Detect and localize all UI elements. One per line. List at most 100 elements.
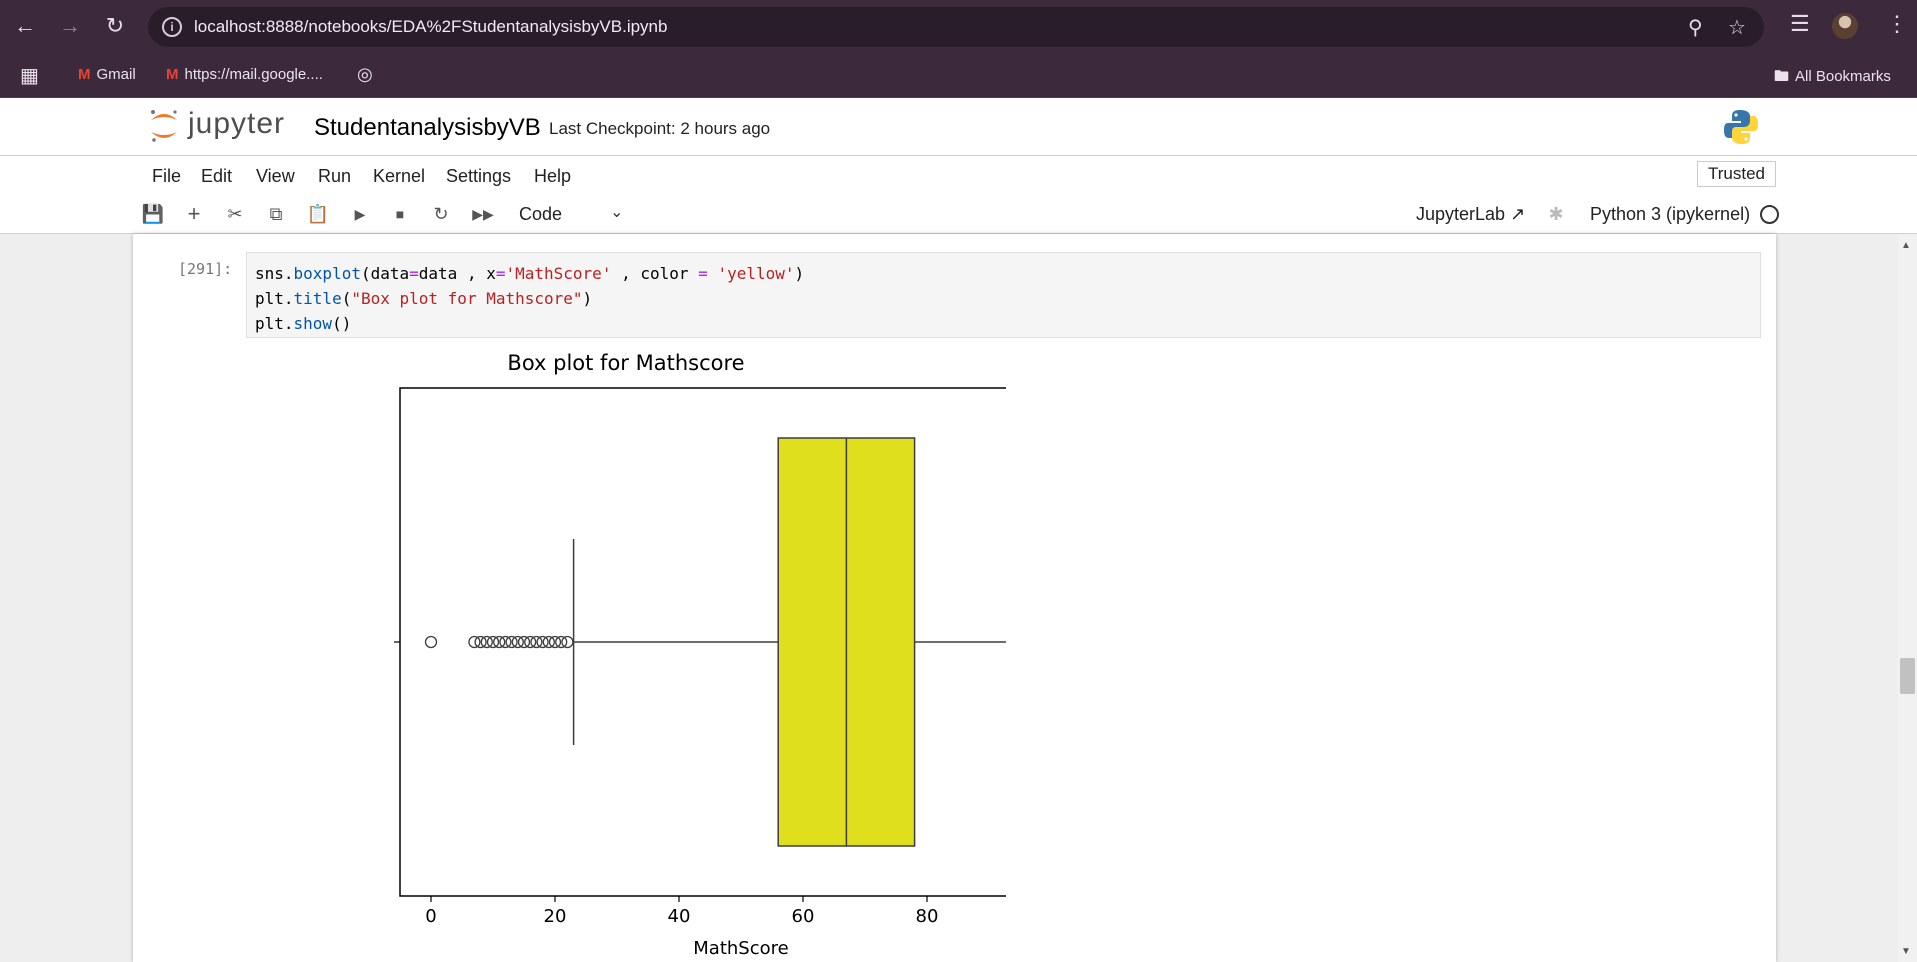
menu-help[interactable]: Help — [534, 166, 571, 187]
outlier-point — [499, 635, 512, 649]
bookmark-label: Gmail — [96, 66, 136, 83]
menu-bar: File Edit View Run Kernel Settings Help … — [0, 156, 1917, 194]
paste-icon[interactable]: 📋 — [306, 202, 330, 226]
reload-icon[interactable]: ↻ — [100, 11, 130, 41]
code-token: plt. — [255, 289, 294, 308]
code-line: plt.show() — [255, 311, 1752, 336]
forward-icon[interactable]: → — [55, 11, 85, 41]
code-token: ( — [341, 289, 352, 308]
code-cell-editor[interactable]: sns.boxplot(data=data , x='MathScore' , … — [246, 252, 1761, 338]
menu-view[interactable]: View — [256, 166, 295, 187]
scroll-up-icon[interactable]: ▲ — [1901, 240, 1911, 251]
menu-kernel[interactable]: Kernel — [373, 166, 425, 187]
code-token: = — [409, 264, 419, 283]
trusted-badge[interactable]: Trusted — [1697, 161, 1777, 187]
notebook-title[interactable]: StudentanalysisbyVB — [314, 114, 541, 142]
python-logo-icon — [1724, 110, 1758, 144]
profile-avatar[interactable] — [1832, 13, 1858, 39]
jupyter-logo-icon[interactable] — [148, 106, 180, 144]
zoom-icon[interactable]: ⚲ — [1688, 15, 1703, 40]
jupyter-logo-text[interactable]: jupyter — [188, 107, 285, 141]
code-token: sns. — [255, 264, 294, 283]
outlier-point — [493, 635, 506, 649]
code-line: sns.boxplot(data=data , x='MathScore' , … — [255, 261, 1752, 286]
outlier-point — [530, 635, 543, 649]
x-tick-label: 20 — [544, 906, 567, 927]
code-token: 'yellow' — [717, 264, 795, 283]
code-token: show — [293, 314, 333, 333]
code-token: ) — [582, 289, 593, 308]
outlier-point — [511, 635, 524, 649]
code-token: , color — [611, 264, 699, 283]
chevron-down-icon[interactable]: ⌄ — [610, 202, 623, 222]
outlier-point — [524, 635, 537, 649]
cell-prompt: [291]: — [178, 260, 233, 278]
code-token: 'MathScore' — [505, 264, 612, 283]
apps-grid-icon[interactable]: ▦ — [20, 63, 39, 88]
bookmark-label: All Bookmarks — [1795, 68, 1891, 85]
cell-type-select[interactable]: Code — [519, 204, 562, 225]
menu-kebab-icon[interactable]: ⋮ — [1886, 11, 1908, 37]
bookmark-label: https://mail.google.... — [184, 66, 323, 83]
outlier-point — [480, 635, 493, 649]
code-token: ) — [794, 264, 805, 283]
stop-icon[interactable]: ■ — [388, 202, 412, 226]
outlier-point — [474, 635, 487, 649]
bookmark-gmail[interactable]: M Gmail — [78, 66, 136, 83]
code-token: = — [698, 264, 708, 283]
browser-toolbar: ← → ↻ i localhost:8888/notebooks/EDA%2FS… — [0, 0, 1917, 52]
save-icon[interactable]: 💾 — [141, 202, 165, 226]
outlier-point — [468, 635, 481, 649]
chart-title: Box plot for Mathscore — [507, 351, 744, 375]
add-cell-icon[interactable]: + — [182, 202, 206, 226]
menu-edit[interactable]: Edit — [201, 166, 232, 187]
outlier-point — [555, 635, 568, 649]
outlier-point — [517, 635, 531, 649]
back-icon[interactable]: ← — [10, 11, 40, 41]
media-control-icon[interactable]: ☰ — [1790, 11, 1810, 37]
gmail-icon: M — [166, 66, 179, 83]
copy-icon[interactable]: ⧉ — [264, 202, 288, 226]
jupyterlab-label: JupyterLab — [1416, 204, 1506, 224]
menu-file[interactable]: File — [152, 166, 181, 187]
gmail-icon: M — [78, 66, 91, 83]
outlier-point — [542, 635, 555, 649]
outlier-point — [505, 635, 518, 649]
site-info-icon[interactable]: i — [162, 17, 182, 37]
code-token: data , x — [418, 264, 496, 283]
scrollbar-thumb[interactable] — [1900, 658, 1915, 694]
outlier-point — [536, 635, 549, 649]
code-token: plt. — [255, 314, 294, 333]
address-bar[interactable]: i localhost:8888/notebooks/EDA%2FStudent… — [148, 7, 1764, 47]
bookmark-star-icon[interactable]: ☆ — [1728, 15, 1746, 40]
all-bookmarks[interactable]: 🖿 All Bookmarks — [1774, 66, 1891, 91]
outlier-point — [561, 635, 574, 649]
checkpoint-status: Last Checkpoint: 2 hours ago — [549, 119, 771, 138]
menu-run[interactable]: Run — [318, 166, 351, 187]
kernel-name[interactable]: Python 3 (ipykernel) — [1590, 204, 1750, 225]
scroll-down-icon[interactable]: ▼ — [1901, 946, 1911, 957]
run-all-icon[interactable]: ▶▶ — [471, 202, 495, 226]
notebook-toolbar: 💾 + ✂ ⧉ 📋 ▶ ■ ↻ ▶▶ Code ⌄ JupyterLab ↗ ✱… — [0, 194, 1917, 234]
external-link-icon: ↗ — [1510, 204, 1526, 224]
kernel-status-icon — [1760, 205, 1779, 224]
bookmark-mail-google[interactable]: Mhttps://mail.google.... — [166, 66, 323, 83]
jupyterlab-link[interactable]: JupyterLab ↗ — [1416, 204, 1525, 225]
run-icon[interactable]: ▶ — [348, 202, 372, 226]
restart-icon[interactable]: ↻ — [429, 202, 453, 226]
code-token: boxplot — [293, 264, 361, 283]
bookmarks-bar: ▦ M Gmail Mhttps://mail.google.... ◎ 🖿 All… — [0, 52, 1917, 98]
outlier-point — [424, 635, 438, 649]
menu-settings[interactable]: Settings — [446, 166, 511, 187]
x-tick-label: 0 — [425, 906, 436, 927]
box-plot-output: Box plot for Mathscore 020406080100 Math… — [394, 351, 1006, 959]
code-token: title — [293, 289, 342, 308]
outlier-point — [548, 635, 562, 649]
cut-icon[interactable]: ✂ — [223, 202, 247, 226]
globe-icon[interactable]: ◎ — [357, 64, 373, 85]
url-text[interactable]: localhost:8888/notebooks/EDA%2FStudentan… — [194, 17, 667, 37]
folder-icon: 🖿 — [1774, 68, 1790, 85]
scrollbar-track[interactable] — [1898, 234, 1917, 962]
debugger-icon[interactable]: ✱ — [1544, 202, 1568, 226]
